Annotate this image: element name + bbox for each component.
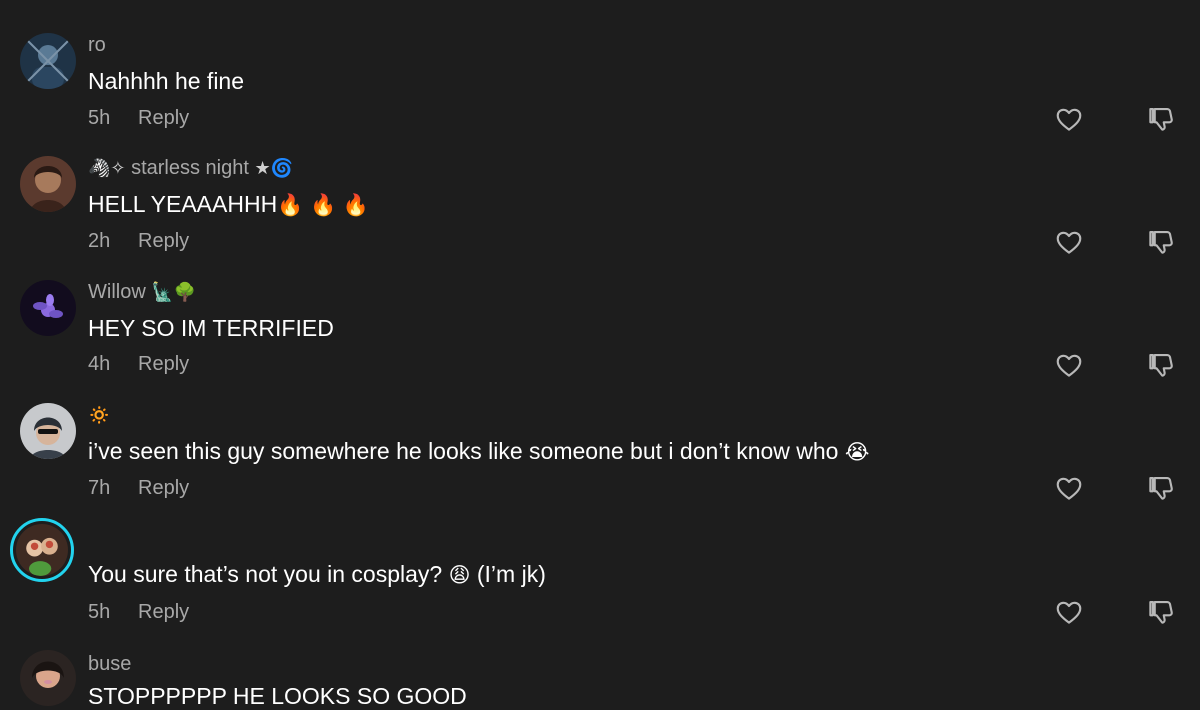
avatar[interactable]: [20, 156, 76, 212]
heart-icon[interactable]: [1054, 473, 1084, 503]
heart-icon[interactable]: [1054, 104, 1084, 134]
thumbs-down-icon[interactable]: [1146, 104, 1176, 134]
username-label: Willow: [88, 281, 146, 303]
thumbs-down-icon[interactable]: [1146, 597, 1176, 627]
comment-text: You sure that’s not you in cosplay? 😩 (I…: [88, 560, 546, 589]
heart-icon[interactable]: [1054, 597, 1084, 627]
avatar-with-story-ring[interactable]: [10, 518, 74, 582]
sun-icon: 🔅: [88, 405, 111, 426]
comment-meta: 5h Reply: [88, 106, 189, 130]
crying-emoji: 😭: [844, 440, 870, 464]
thumbs-down-icon[interactable]: [1146, 227, 1176, 257]
comment-text: HELL YEAAAHHH🔥 🔥 🔥: [88, 190, 369, 219]
thumbs-down-icon[interactable]: [1146, 473, 1176, 503]
comment-meta: 5h Reply: [88, 600, 189, 624]
avatar[interactable]: [20, 650, 76, 706]
reply-button[interactable]: Reply: [138, 107, 189, 129]
username[interactable]: 🦓✧ starless night ★🌀: [88, 156, 293, 181]
username-label: starless night: [131, 157, 249, 179]
heart-icon[interactable]: [1054, 227, 1084, 257]
fire-emoji: 🔥 🔥 🔥: [277, 193, 369, 217]
heart-icon[interactable]: [1054, 350, 1084, 380]
username[interactable]: buse: [88, 652, 131, 676]
avatar[interactable]: [20, 403, 76, 459]
comment-text-body: You sure that’s not you in cosplay?: [88, 561, 443, 587]
username-suffix: ★🌀: [254, 158, 294, 179]
timestamp: 5h: [88, 107, 111, 129]
timestamp: 4h: [88, 353, 111, 375]
thumbs-down-icon[interactable]: [1146, 350, 1176, 380]
timestamp: 7h: [88, 477, 111, 499]
reply-button[interactable]: Reply: [138, 353, 189, 375]
username-suffix: 🗽🌳: [151, 282, 197, 303]
avatar[interactable]: [20, 33, 76, 89]
comment-text: HEY SO IM TERRIFIED: [88, 315, 334, 341]
username-prefix: 🦓✧: [88, 158, 126, 179]
weary-emoji: 😩: [448, 563, 471, 587]
reply-button[interactable]: Reply: [138, 601, 189, 623]
timestamp: 2h: [88, 230, 111, 252]
comment-text: i’ve seen this guy somewhere he looks li…: [88, 437, 869, 466]
comment-text-suffix: (I’m jk): [476, 561, 546, 587]
comment-meta: 2h Reply: [88, 229, 189, 253]
reply-button[interactable]: Reply: [138, 477, 189, 499]
timestamp: 5h: [88, 601, 111, 623]
reply-button[interactable]: Reply: [138, 230, 189, 252]
avatar[interactable]: [20, 280, 76, 336]
comment-meta: 4h Reply: [88, 352, 189, 376]
username[interactable]: ro: [88, 33, 106, 57]
comment-text: Nahhhh he fine: [88, 68, 245, 94]
comment-text-body: HELL YEAAAHHH: [88, 191, 278, 217]
comment-meta: 7h Reply: [88, 476, 189, 500]
comment-text-body: i’ve seen this guy somewhere he looks li…: [88, 438, 839, 464]
comment-text: STOPPPPPP HE LOOKS SO GOOD: [88, 683, 467, 709]
username[interactable]: Willow 🗽🌳: [88, 280, 196, 305]
username[interactable]: 🔅: [88, 403, 110, 428]
